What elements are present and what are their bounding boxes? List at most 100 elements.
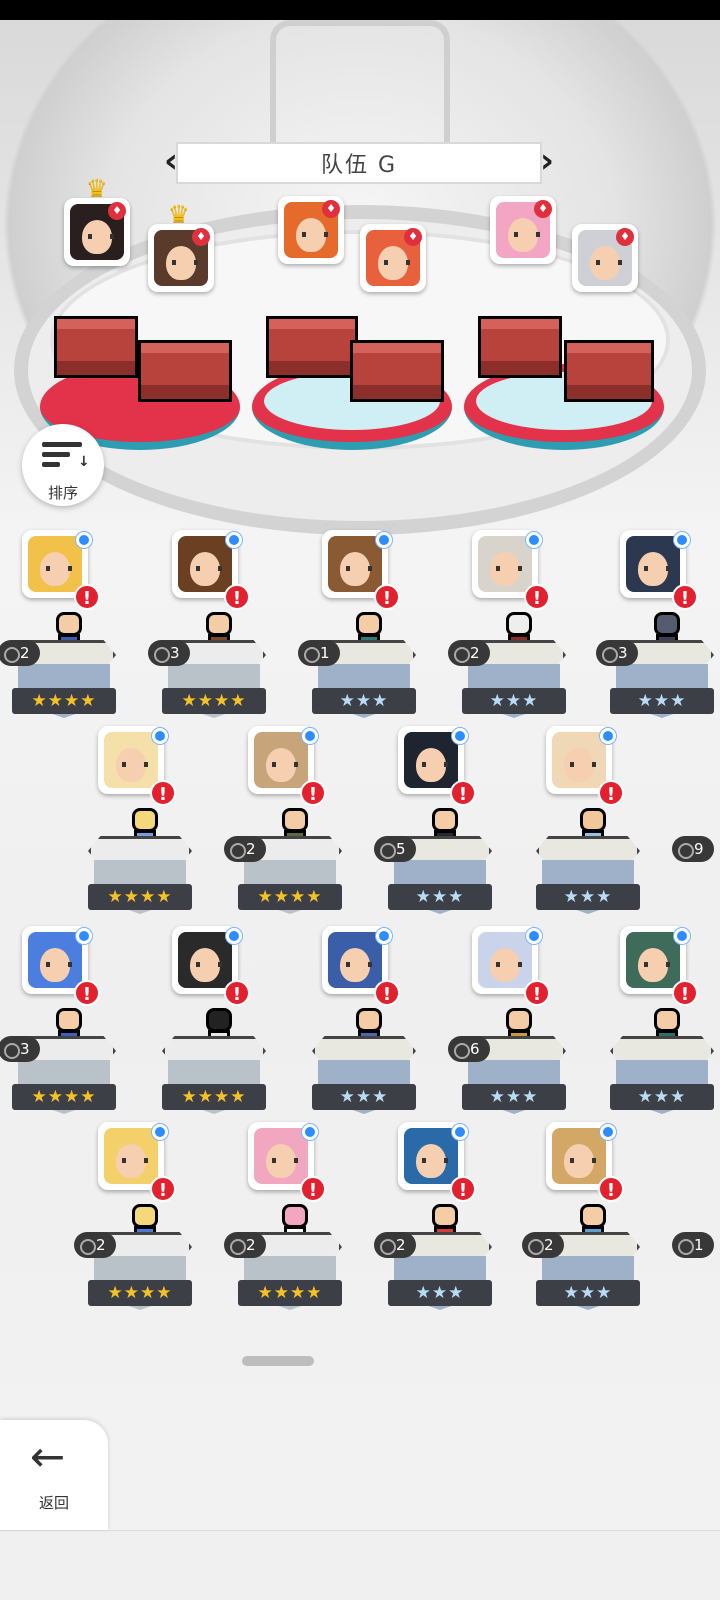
hero-card[interactable]: ! ★★★★ 3	[148, 530, 284, 720]
owned-dot-icon	[674, 928, 690, 944]
owned-dot-icon	[452, 1124, 468, 1140]
owned-dot-icon	[674, 532, 690, 548]
back-label: 返回	[38, 1494, 69, 1512]
star-rating: ★★★	[388, 884, 492, 910]
hero-card[interactable]: ! ★★★ 5	[374, 726, 510, 916]
hero-card[interactable]: ! ★★★★ 2	[74, 1122, 210, 1312]
alert-icon: !	[74, 980, 100, 1006]
pedestal	[564, 340, 654, 402]
owned-dot-icon	[226, 928, 242, 944]
owned-dot-icon	[226, 532, 242, 548]
alert-icon: !	[524, 584, 550, 610]
bottom-bar	[0, 1530, 720, 1600]
team-member-portrait[interactable]: ♦	[278, 196, 344, 264]
stadium-arch	[270, 20, 450, 150]
duplicate-count: 5	[374, 836, 416, 862]
alert-icon: !	[374, 980, 400, 1006]
owned-dot-icon	[76, 532, 92, 548]
star-rating: ★★★	[610, 688, 714, 714]
alert-icon: !	[150, 1176, 176, 1202]
hero-card[interactable]: ! ★★★ 6	[448, 926, 584, 1116]
hero-card[interactable]: ! ★★★★	[80, 726, 210, 916]
duplicate-count: 3	[148, 640, 190, 666]
star-rating: ★★★	[536, 884, 640, 910]
alert-icon: !	[450, 1176, 476, 1202]
alert-icon: !	[224, 584, 250, 610]
alert-icon: !	[524, 980, 550, 1006]
pedestal	[266, 316, 358, 378]
owned-dot-icon	[452, 728, 468, 744]
hero-card[interactable]: 1	[672, 1122, 720, 1312]
duplicate-count: 1	[672, 1232, 714, 1258]
owned-dot-icon	[526, 928, 542, 944]
team-member-portrait[interactable]: ♦	[572, 224, 638, 292]
alert-icon: !	[150, 780, 176, 806]
owned-dot-icon	[526, 532, 542, 548]
scroll-handle[interactable]	[242, 1356, 314, 1366]
team-member-portrait[interactable]: ♦	[148, 224, 214, 292]
team-member-portrait[interactable]: ♦	[360, 224, 426, 292]
sort-down-arrow-icon: ↓	[78, 454, 90, 470]
duplicate-count: 3	[0, 1036, 40, 1062]
hero-card[interactable]: 9	[672, 726, 720, 916]
star-rating: ★★★★	[12, 688, 116, 714]
owned-dot-icon	[302, 1124, 318, 1140]
duplicate-count: 2	[448, 640, 490, 666]
sort-button[interactable]: ↓ 排序	[22, 424, 104, 506]
hero-card[interactable]: ! ★★★ 1	[298, 530, 434, 720]
alert-icon: !	[374, 584, 400, 610]
alert-icon: !	[300, 1176, 326, 1202]
hero-card[interactable]: ! ★★★	[602, 926, 720, 1116]
hero-card[interactable]: ! ★★★	[304, 926, 434, 1116]
owned-dot-icon	[600, 1124, 616, 1140]
duplicate-count: 3	[596, 640, 638, 666]
owned-dot-icon	[376, 928, 392, 944]
star-rating: ★★★	[312, 688, 416, 714]
team-name: 队伍 G	[176, 142, 542, 184]
hero-card[interactable]: ! ★★★★ 2	[224, 1122, 360, 1312]
hero-card[interactable]: ! ★★★ 2	[448, 530, 584, 720]
hero-card[interactable]: ! ★★★ 2	[374, 1122, 510, 1312]
suit-icon: ♦	[108, 202, 126, 220]
status-bar	[0, 0, 720, 20]
next-team-arrow-icon[interactable]: ›	[536, 142, 558, 184]
hero-card[interactable]: ! ★★★★ 2	[0, 530, 134, 720]
star-rating: ★★★★	[162, 688, 266, 714]
hero-card[interactable]: ! ★★★ 3	[596, 530, 720, 720]
suit-icon: ♦	[322, 200, 340, 218]
hero-card[interactable]: ! ★★★★	[154, 926, 284, 1116]
duplicate-count: 2	[374, 1232, 416, 1258]
hero-card[interactable]: ! ★★★ 2	[522, 1122, 658, 1312]
owned-dot-icon	[76, 928, 92, 944]
star-rating: ★★★	[610, 1084, 714, 1110]
hero-card[interactable]: ! ★★★	[528, 726, 658, 916]
alert-icon: !	[224, 980, 250, 1006]
suit-icon: ♦	[404, 228, 422, 246]
hero-card[interactable]: ! ★★★★ 2	[224, 726, 360, 916]
owned-dot-icon	[152, 728, 168, 744]
alert-icon: !	[74, 584, 100, 610]
star-rating: ★★★★	[12, 1084, 116, 1110]
duplicate-count: 2	[0, 640, 40, 666]
game-screen: ‹ 队伍 G › ♛ ♦ ♛ ♦ ♦ ♦ ♦ ♦ ↓ 排序 ! ★★★★ 2 !…	[0, 0, 720, 1600]
sort-label: 排序	[47, 484, 78, 502]
owned-dot-icon	[600, 728, 616, 744]
alert-icon: !	[672, 584, 698, 610]
team-selector: ‹ 队伍 G ›	[160, 142, 558, 184]
star-rating: ★★★	[462, 1084, 566, 1110]
alert-icon: !	[450, 780, 476, 806]
pedestal	[350, 340, 444, 402]
team-member-portrait[interactable]: ♦	[490, 196, 556, 264]
alert-icon: !	[300, 780, 326, 806]
back-arrow-icon: ←	[30, 1432, 66, 1481]
hero-card[interactable]: ! ★★★★ 3	[0, 926, 134, 1116]
back-button[interactable]: ← 返回	[0, 1420, 108, 1530]
pedestal	[54, 316, 138, 378]
owned-dot-icon	[376, 532, 392, 548]
alert-icon: !	[672, 980, 698, 1006]
duplicate-count: 9	[672, 836, 714, 862]
alert-icon: !	[598, 1176, 624, 1202]
star-rating: ★★★★	[238, 1280, 342, 1306]
suit-icon: ♦	[616, 228, 634, 246]
team-member-portrait[interactable]: ♦	[64, 198, 130, 266]
